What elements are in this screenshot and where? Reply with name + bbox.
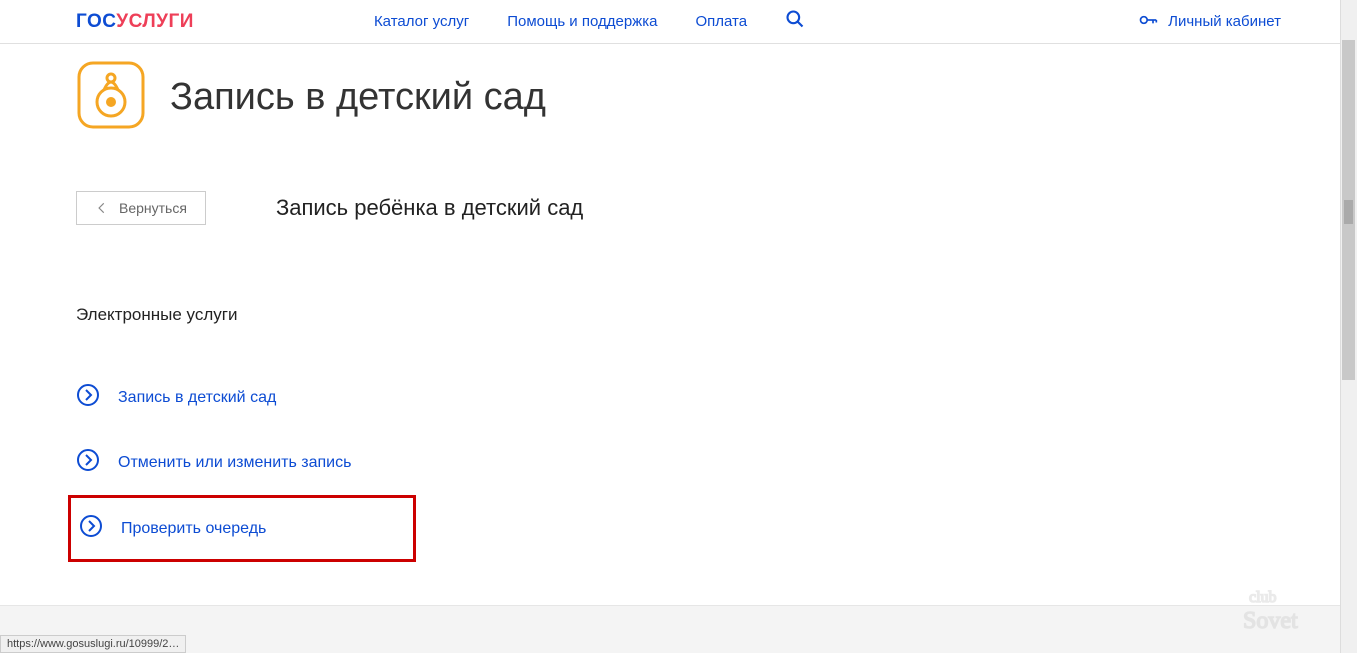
service-label: Проверить очередь bbox=[121, 520, 266, 538]
page-title: Запись в детский сад bbox=[170, 76, 546, 119]
chevron-left-icon bbox=[95, 201, 109, 215]
circle-arrow-icon bbox=[79, 514, 103, 543]
logo[interactable]: ГОСУСЛУГИ bbox=[76, 11, 194, 33]
logo-gos: ГОС bbox=[76, 11, 116, 32]
nav-payment[interactable]: Оплата bbox=[695, 13, 747, 30]
header: ГОСУСЛУГИ Каталог услуг Помощь и поддерж… bbox=[0, 0, 1357, 44]
service-label: Запись в детский сад bbox=[118, 389, 276, 407]
nav-catalog[interactable]: Каталог услуг bbox=[374, 13, 469, 30]
subtitle: Запись ребёнка в детский сад bbox=[276, 195, 583, 221]
back-button[interactable]: Вернуться bbox=[76, 191, 206, 225]
service-check[interactable]: Проверить очередь bbox=[71, 500, 405, 557]
cabinet-label: Личный кабинет bbox=[1168, 13, 1281, 30]
cabinet-link[interactable]: Личный кабинет bbox=[1138, 10, 1281, 34]
scrollbar-nub bbox=[1344, 200, 1353, 224]
svg-text:club: club bbox=[1249, 589, 1277, 606]
title-row: Запись в детский сад bbox=[76, 60, 1281, 135]
subtitle-row: Вернуться Запись ребёнка в детский сад bbox=[76, 191, 1281, 225]
circle-arrow-icon bbox=[76, 448, 100, 477]
scrollbar[interactable] bbox=[1340, 0, 1357, 653]
pacifier-icon bbox=[76, 60, 146, 135]
circle-arrow-icon bbox=[76, 383, 100, 412]
back-label: Вернуться bbox=[119, 200, 187, 216]
status-bar: https://www.gosuslugi.ru/10999/2… bbox=[0, 635, 186, 653]
service-cancel[interactable]: Отменить или изменить запись bbox=[76, 430, 1281, 495]
section-label: Электронные услуги bbox=[76, 305, 1281, 325]
content: Запись в детский сад Вернуться Запись ре… bbox=[0, 60, 1357, 562]
service-enroll[interactable]: Запись в детский сад bbox=[76, 365, 1281, 430]
svg-text:Sovet: Sovet bbox=[1243, 608, 1298, 634]
key-icon bbox=[1138, 10, 1158, 34]
nav-help[interactable]: Помощь и поддержка bbox=[507, 13, 657, 30]
search-icon[interactable] bbox=[785, 9, 805, 34]
footer-area bbox=[0, 605, 1357, 653]
main-nav: Каталог услуг Помощь и поддержка Оплата bbox=[374, 9, 805, 34]
highlight-box: Проверить очередь bbox=[68, 495, 416, 562]
service-label: Отменить или изменить запись bbox=[118, 454, 351, 472]
watermark: club Sovet bbox=[1241, 580, 1331, 645]
logo-uslugi: УСЛУГИ bbox=[116, 11, 194, 32]
service-list: Запись в детский сад Отменить или измени… bbox=[76, 365, 1281, 562]
